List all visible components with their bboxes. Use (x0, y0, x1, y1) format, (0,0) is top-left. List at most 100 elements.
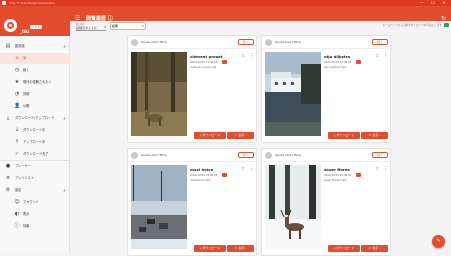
follow-button[interactable]: 続く (372, 39, 388, 45)
info-icon: ⓘ (14, 223, 20, 229)
sidebar-item-playlist[interactable]: ≡ プレイリスト (0, 173, 70, 184)
sort-value: 記録のタイトル (76, 26, 98, 30)
video-card[interactable]: Quota short films 続く sauer ffores 2022/1… (261, 148, 391, 256)
more-vert-icon[interactable]: ⋮ (249, 53, 254, 59)
sidebar-item-label: 情報 (23, 224, 30, 228)
chat-icon[interactable]: ✎ (432, 235, 445, 248)
sidebar-item-label: 図書館 (15, 44, 25, 48)
video-card[interactable]: Quota short films 続く otjo dijkstra 2022/… (261, 35, 391, 143)
sidebar-item-display[interactable]: ◐ 表示 (0, 209, 70, 220)
follow-button[interactable]: 続く (238, 39, 254, 45)
follow-button[interactable]: 続く (238, 152, 254, 158)
video-date: 2022/12/15 13:46:25 (190, 61, 218, 64)
sort-select[interactable]: 並べ替え 記録のタイトル ▾ (76, 22, 106, 31)
brand-area: _tiki 1.6.6 (0, 6, 70, 36)
sidebar-item-downloaded[interactable]: ✓ ダウンロード完了 (0, 149, 70, 160)
open-button[interactable]: ▭ 表示 › (361, 132, 388, 139)
upload-icon: ↑ (14, 139, 20, 145)
download-icon: ↓ (14, 127, 20, 133)
download-button[interactable]: ⤓ ダウンロード (194, 132, 226, 139)
account-icon: ☺ (14, 199, 20, 205)
download-button[interactable]: ⤓ ダウンロード (328, 132, 360, 139)
channel-name[interactable]: Quota short films (141, 149, 167, 162)
brand-name: _tiki (20, 29, 30, 34)
video-file: sauer ffores.mp4 (324, 179, 347, 182)
sidebar-item-account[interactable]: ☺ アカウント (0, 197, 70, 208)
video-card[interactable]: Quota short films 続く clément proust 2022… (127, 35, 257, 143)
sidebar-item-player[interactable]: ● プレーヤー (0, 161, 70, 172)
follow-button[interactable]: 続く (372, 152, 388, 158)
thumbnail-image (265, 165, 321, 249)
sidebar-item-home[interactable]: ⌂ 家 (0, 53, 70, 64)
channel-name[interactable]: Quota short films (275, 149, 301, 162)
sidebar-item-library[interactable]: ▤ 図書館 ∧ (0, 41, 70, 52)
sidebar-item-uploading[interactable]: ↑ アップロード中 (0, 137, 70, 148)
download-button[interactable]: ⤓ ダウンロード (194, 245, 226, 252)
thumbnail-image (265, 52, 321, 136)
star-icon[interactable]: ☆ (375, 166, 379, 172)
avatar[interactable] (131, 39, 138, 46)
chevron-up-icon[interactable]: ∧ (63, 41, 66, 52)
star-icon[interactable]: ☆ (241, 166, 245, 172)
chevron-up-icon[interactable]: ∧ (63, 185, 66, 196)
home-icon: ⌂ (15, 55, 19, 61)
sidebar-item-continue[interactable]: ◷ 続く (0, 65, 70, 76)
sidebar-item-details[interactable]: ◔ 詳細 (0, 89, 70, 100)
avatar[interactable] (265, 39, 272, 46)
search-box: ⌕ (110, 22, 146, 30)
video-file: clément proust.mp4 (190, 66, 217, 69)
search-input[interactable] (112, 23, 140, 29)
open-button[interactable]: ▭ 表示 › (227, 132, 254, 139)
open-label: 表示 › (372, 246, 381, 250)
video-thumbnail[interactable] (265, 52, 321, 136)
video-thumbnail[interactable] (131, 165, 187, 249)
video-thumbnail[interactable] (265, 165, 321, 249)
video-title[interactable]: otjo dijkstra (324, 54, 350, 59)
chevron-up-icon[interactable]: ∧ (63, 113, 66, 124)
sidebar-item-label: 表示 (23, 212, 30, 216)
sidebar-item-watched[interactable]: ★ 現代の視聴されたく (0, 77, 70, 88)
more-vert-icon[interactable]: ⋮ (249, 166, 254, 172)
sidebar: ▤ 図書館 ∧ ⌂ 家 ◷ 続く ★ 現代の視聴されたく ◔ 詳細 👤 公開 ⤓… (0, 36, 70, 253)
autodownload-toggle[interactable] (444, 23, 449, 27)
card-header: Quota short films 続く (262, 36, 390, 49)
sidebar-item-label: 現代の視聴されたく (23, 80, 52, 84)
sidebar-item-settings[interactable]: ⚙ 設定 ∧ (0, 185, 70, 196)
sidebar-item-transfers[interactable]: ⤓ ダウンロード/アップロード ∧ (0, 113, 70, 124)
sidebar-item-info[interactable]: ⓘ 情報 (0, 221, 70, 232)
search-icon[interactable]: ⌕ (142, 23, 144, 29)
download-button[interactable]: ⤓ ダウンロード (328, 245, 360, 252)
sidebar-item-downloading[interactable]: ↓ ダウンロード中 (0, 125, 70, 136)
video-title[interactable]: clément proust (190, 54, 222, 59)
sidebar-item-label: ダウンロード/アップロード (15, 116, 55, 120)
video-card[interactable]: Quota short films 続く maxi haiva 2022/12/… (127, 148, 257, 256)
open-button[interactable]: ▭ 表示 › (227, 245, 254, 252)
sidebar-item-label: アカウント (23, 200, 39, 204)
channel-name[interactable]: Quota short films (141, 36, 167, 49)
card-header: Quota short films 続く (262, 149, 390, 162)
star-icon[interactable]: ☆ (241, 53, 245, 59)
star-icon: ★ (14, 79, 20, 85)
video-file: maxihaiva.mp4 (190, 179, 211, 182)
video-title[interactable]: sauer ffores (324, 167, 350, 172)
open-button[interactable]: ▭ 表示 › (361, 245, 388, 252)
logo-icon (4, 19, 17, 32)
video-date: 2022/12/15 13:46:25 (324, 174, 352, 177)
video-thumbnail[interactable] (131, 52, 187, 136)
download-label: ダウンロード (202, 246, 221, 250)
more-vert-icon[interactable]: ⋮ (383, 53, 388, 59)
star-icon[interactable]: ☆ (375, 53, 379, 59)
channel-name[interactable]: Quota short films (275, 36, 301, 49)
open-label: 表示 › (238, 246, 247, 250)
video-date: 2022/12/15 13:46:25 (190, 174, 218, 177)
avatar[interactable] (131, 152, 138, 159)
more-vert-icon[interactable]: ⋮ (383, 166, 388, 172)
status-badge (222, 173, 227, 177)
chevron-down-icon: ▾ (104, 25, 106, 29)
version-badge: 1.6.6 (30, 25, 42, 29)
playlist-icon: ≡ (5, 175, 11, 181)
avatar[interactable] (265, 152, 272, 159)
sidebar-item-label: ダウンロード中 (23, 128, 46, 132)
sidebar-item-public[interactable]: 👤 公開 (0, 101, 70, 112)
video-title[interactable]: maxi haiva (190, 167, 213, 172)
